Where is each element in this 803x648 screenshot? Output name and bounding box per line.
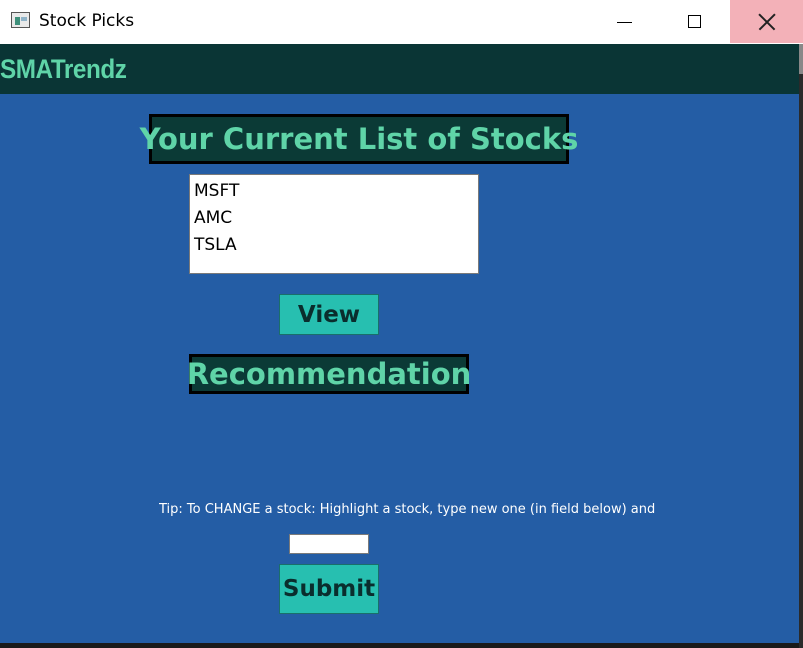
maximize-button[interactable] xyxy=(659,0,729,43)
list-item[interactable]: MSFT xyxy=(190,179,478,206)
stock-entry-field[interactable] xyxy=(289,534,369,554)
window-bottom-edge xyxy=(0,643,799,648)
app-icon xyxy=(11,12,30,28)
maximize-icon xyxy=(687,15,701,28)
minimize-icon xyxy=(616,22,632,23)
stocks-heading: Your Current List of Stocks xyxy=(140,114,578,164)
submit-button[interactable]: Submit xyxy=(279,564,379,614)
list-item[interactable]: AMC xyxy=(190,206,478,233)
brand-logo-text: SMATrendz xyxy=(0,54,127,84)
recommendation-heading: Recommendation xyxy=(187,354,471,394)
tip-text: Tip: To CHANGE a stock: Highlight a stoc… xyxy=(159,502,659,517)
scroll-thumb[interactable] xyxy=(799,44,803,74)
stock-listbox[interactable]: MSFT AMC TSLA xyxy=(189,174,479,274)
window-edge xyxy=(799,44,803,648)
minimize-button[interactable] xyxy=(589,0,659,43)
list-item[interactable]: TSLA xyxy=(190,233,478,260)
window-title: Stock Picks xyxy=(39,11,135,31)
window-titlebar: Stock Picks xyxy=(0,0,803,44)
close-button[interactable] xyxy=(730,0,803,43)
close-icon xyxy=(758,13,776,31)
view-button[interactable]: View xyxy=(279,294,379,335)
